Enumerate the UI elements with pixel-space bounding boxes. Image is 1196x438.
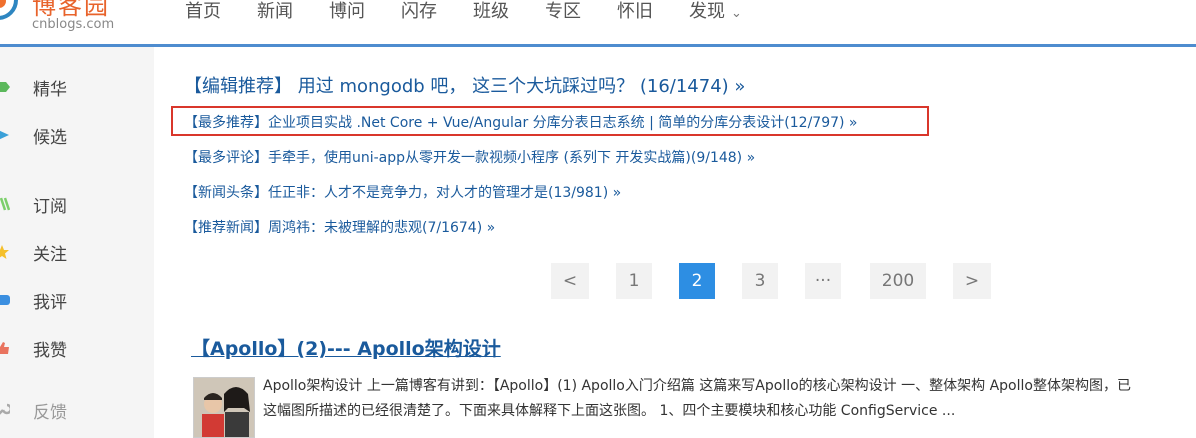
nav-item-home[interactable]: 首页: [185, 0, 221, 24]
nav-item-questions[interactable]: 博问: [329, 0, 365, 24]
page-button-3[interactable]: 3: [742, 263, 778, 299]
sidebar-item-label: 我赞: [33, 340, 67, 361]
recommended-news-link[interactable]: 【推荐新闻】周鸿祎：未被理解的悲观(7/1674) »: [184, 217, 495, 237]
sidebar-item-label: 精华: [33, 79, 67, 100]
play-icon: [0, 130, 9, 140]
nav-item-ing[interactable]: 闪存: [401, 0, 437, 24]
comment-icon: [0, 295, 10, 305]
nav-item-nostalgia[interactable]: 怀旧: [617, 0, 653, 24]
sidebar-item-label: 我评: [33, 292, 67, 313]
nav-discover-label: 发现: [689, 1, 725, 22]
sidebar-item-my-likes[interactable]: 我赞: [0, 333, 154, 363]
post-summary-line: 这幅图所描述的已经很清楚了。下面来具体解释下上面这张图。 1、四个主要模块和核心…: [263, 403, 956, 419]
post-summary-line: Apollo架构设计 上一篇博客有讲到：【Apollo】(1) Apollo入门…: [263, 378, 1131, 394]
sidebar-item-featured[interactable]: 精华: [0, 72, 154, 102]
nav-item-news[interactable]: 新闻: [257, 0, 293, 24]
next-page-button[interactable]: >: [953, 263, 991, 299]
logo-icon[interactable]: [0, 0, 18, 20]
sidebar-item-label: 订阅: [33, 196, 67, 217]
most-recommended-link[interactable]: 【最多推荐】企业项目实战 .Net Core + Vue/Angular 分库分…: [184, 112, 857, 132]
thumb-up-icon: [0, 342, 9, 354]
page-button-2[interactable]: 2: [679, 263, 715, 299]
sidebar-item-feedback[interactable]: 反馈: [0, 395, 154, 425]
sidebar-item-my-comments[interactable]: 我评: [0, 285, 154, 315]
star-icon: [0, 245, 9, 259]
site-header: 博客园 cnblogs.com 首页 新闻 博问 闪存 班级 专区 怀旧 发现 ⌄: [0, 0, 1196, 47]
post-title-link[interactable]: 【Apollo】(2)--- Apollo架构设计: [191, 334, 501, 361]
wrench-icon: [0, 403, 10, 415]
rss-icon: [0, 197, 10, 211]
most-commented-link[interactable]: 【最多评论】手牵手，使用uni-app从零开发一款视频小程序 (系列下 开发实战…: [184, 147, 755, 167]
page-button-200[interactable]: 200: [870, 263, 926, 299]
editor-pick-link[interactable]: 【编辑推荐】 用过 mongodb 吧， 这三个大坑踩过吗？ (16/1474)…: [184, 72, 745, 98]
sidebar: 精华 候选 订阅 关注 我评 我赞 反馈: [0, 47, 154, 438]
sidebar-item-subscribe[interactable]: 订阅: [0, 189, 154, 219]
author-avatar[interactable]: [193, 377, 255, 438]
chevron-down-icon: ⌄: [731, 6, 742, 21]
sidebar-item-candidates[interactable]: 候选: [0, 120, 154, 150]
nav-item-zone[interactable]: 专区: [545, 0, 581, 24]
nav-item-class[interactable]: 班级: [473, 0, 509, 24]
sidebar-item-label: 关注: [33, 244, 67, 265]
avatar-photo-icon: [194, 378, 254, 437]
top-nav: 首页 新闻 博问 闪存 班级 专区 怀旧 发现 ⌄: [185, 0, 778, 24]
logo-subtitle: cnblogs.com: [32, 17, 115, 32]
news-headline-link[interactable]: 【新闻头条】任正非：人才不是竞争力，对人才的管理才是(13/981) »: [184, 182, 621, 202]
page-button-1[interactable]: 1: [616, 263, 652, 299]
sidebar-item-label: 反馈: [33, 402, 67, 423]
page-ellipsis: ···: [805, 263, 841, 299]
post-summary: Apollo架构设计 上一篇博客有讲到：【Apollo】(1) Apollo入门…: [263, 374, 1196, 424]
sidebar-item-following[interactable]: 关注: [0, 237, 154, 267]
nav-item-discover[interactable]: 发现 ⌄: [689, 0, 742, 24]
sidebar-item-label: 候选: [33, 127, 67, 148]
prev-page-button[interactable]: <: [551, 263, 589, 299]
gem-icon: [0, 82, 10, 92]
